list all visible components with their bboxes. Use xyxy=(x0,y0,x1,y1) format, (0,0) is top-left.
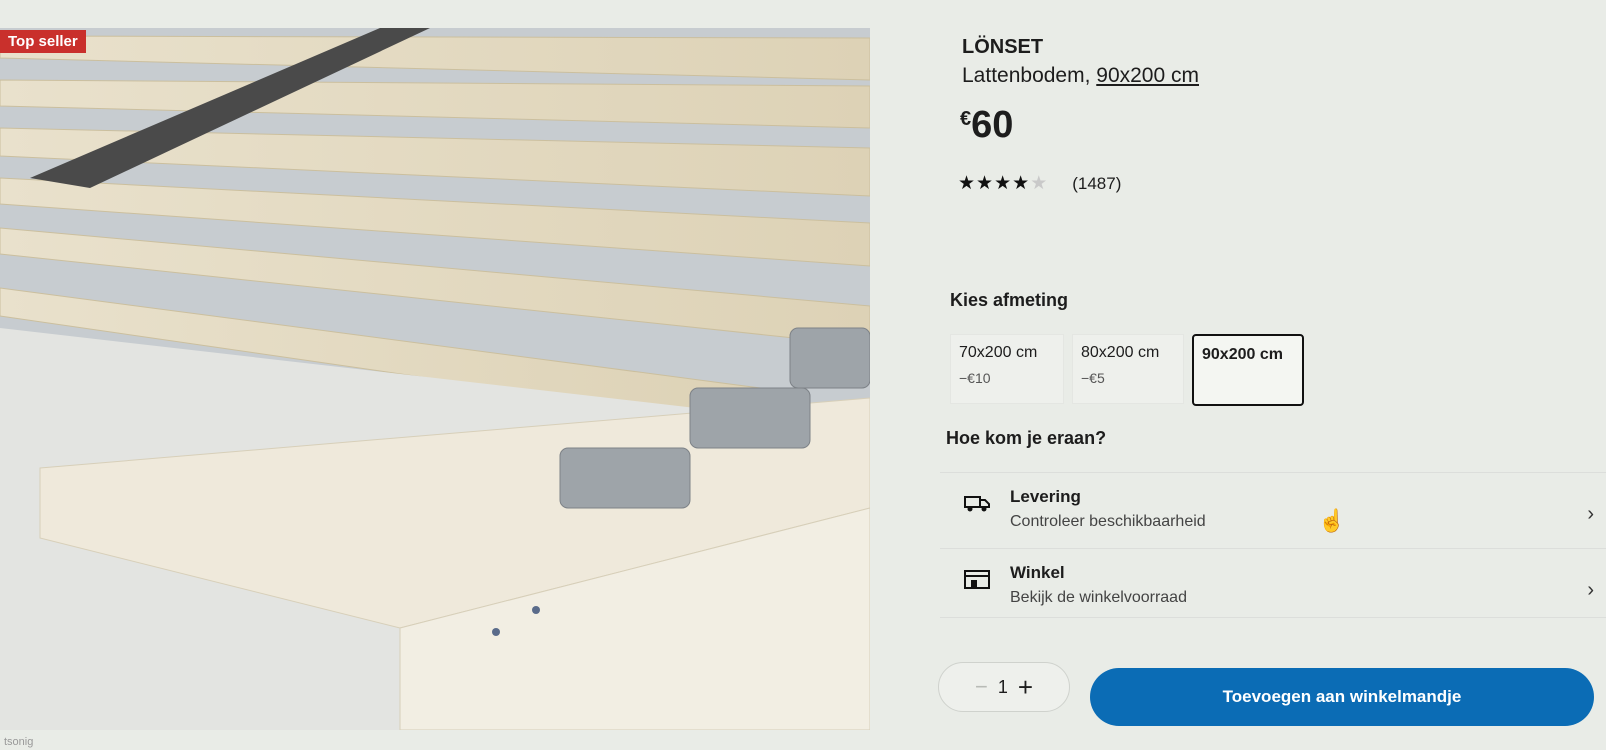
quantity-decrease-button[interactable]: − xyxy=(975,674,988,700)
product-type: Lattenbodem, xyxy=(962,64,1097,87)
truck-icon xyxy=(964,496,990,512)
top-seller-badge: Top seller xyxy=(0,30,86,53)
size-option-80x200[interactable]: 80x200 cm −€5 xyxy=(1072,334,1184,404)
quantity-value: 1 xyxy=(997,676,1008,697)
product-name: LÖNSET xyxy=(962,36,1044,58)
size-option-label: 80x200 cm xyxy=(1081,344,1160,361)
add-to-cart-button[interactable]: Toevoegen aan winkelmandje xyxy=(1090,668,1594,726)
chevron-right-icon: › xyxy=(1587,503,1594,525)
footer-text: tsonig xyxy=(4,736,34,748)
star-icon: ★ xyxy=(958,173,977,194)
store-option[interactable]: Winkel Bekijk de winkelvoorraad › xyxy=(940,548,1606,618)
size-option-price-diff: −€5 xyxy=(1081,370,1105,386)
quantity-increase-button[interactable]: + xyxy=(1018,672,1033,703)
rating-stars: ★★★★★ xyxy=(958,172,1048,195)
chevron-right-icon: › xyxy=(1587,579,1594,601)
fulfillment-label: Hoe kom je eraan? xyxy=(946,428,1107,448)
star-empty-icon: ★ xyxy=(1030,173,1049,194)
product-price: €60 xyxy=(960,104,1013,147)
size-option-label: 90x200 cm xyxy=(1202,346,1283,363)
hand-cursor-icon: ☝ xyxy=(1318,508,1346,533)
price-value: 60 xyxy=(971,104,1014,146)
product-description: Lattenbodem, 90x200 cm xyxy=(962,64,1199,88)
star-icon: ★ xyxy=(1012,173,1031,194)
size-option-label: 70x200 cm xyxy=(959,344,1038,361)
product-size-link[interactable]: 90x200 cm xyxy=(1096,64,1199,87)
size-option-70x200[interactable]: 70x200 cm −€10 xyxy=(950,334,1064,404)
price-currency: € xyxy=(960,108,972,130)
quantity-stepper[interactable]: − 1 + xyxy=(938,662,1070,712)
rating-count[interactable]: (1487) xyxy=(1072,174,1121,194)
delivery-title: Levering xyxy=(1010,487,1081,506)
delivery-subtitle: Controleer beschikbaarheid xyxy=(1010,513,1206,530)
star-icon: ★ xyxy=(994,173,1013,194)
store-icon xyxy=(964,570,990,589)
size-selector-label: Kies afmeting xyxy=(950,290,1069,310)
product-image[interactable] xyxy=(0,28,870,730)
store-title: Winkel xyxy=(1010,563,1065,582)
store-subtitle: Bekijk de winkelvoorraad xyxy=(1010,589,1187,606)
star-icon: ★ xyxy=(976,173,995,194)
delivery-option[interactable]: Levering Controleer beschikbaarheid › xyxy=(940,472,1606,541)
size-option-price-diff: −€10 xyxy=(959,370,991,386)
rating[interactable]: ★★★★★ (1487) xyxy=(958,172,1121,195)
size-option-90x200[interactable]: 90x200 cm xyxy=(1192,334,1304,406)
